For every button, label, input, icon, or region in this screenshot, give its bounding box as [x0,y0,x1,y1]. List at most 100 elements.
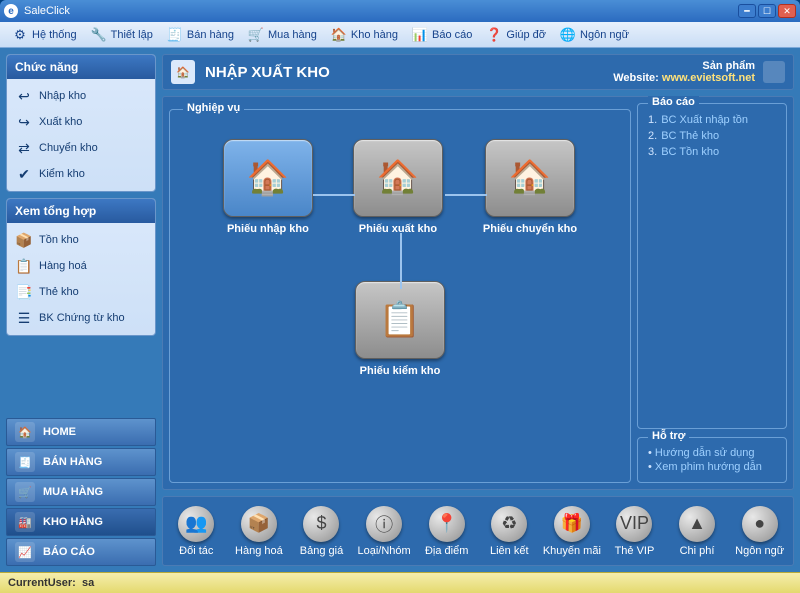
toolbar-label: Đối tác [179,545,213,557]
report-link[interactable]: 3.BC Tồn kho [648,144,776,160]
toolbar-item[interactable]: 🎁Khuyến mãi [542,506,602,557]
menu-item[interactable]: ⚙Hệ thống [6,24,83,46]
toolbar-item[interactable]: ♻ Liên kết [479,506,539,557]
support-link[interactable]: Xem phim hướng dẫn [648,460,776,474]
toolbar-item[interactable]: 📦Hàng hoá [229,506,289,557]
content-header: 🏠 NHẬP XUẤT KHO Sản phẩm Website: www.ev… [162,54,794,90]
menu-item[interactable]: 🔧 Thiết lập [85,24,159,46]
nav-button[interactable]: 📈BÁO CÁO [6,538,156,566]
menu-icon: 🔧 [91,27,107,43]
title-bar: e SaleClick ━ ☐ ✕ [0,0,800,22]
toolbar-item[interactable]: ●Ngôn ngữ [730,506,790,557]
sidebar-item[interactable]: ⇄ Chuyển kho [9,135,153,161]
toolbar-label: Loại/Nhóm [357,545,410,557]
sidebar-item[interactable]: ↩Nhập kho [9,83,153,109]
toolbar-item[interactable]: 👥 Đối tác [166,506,226,557]
sidebar: Chức năng ↩Nhập kho↪Xuất kho⇄Chuyển kho✔… [6,54,156,566]
sidebar-item[interactable]: ☰BK Chứng từ kho [9,305,153,331]
support-title: Hỗ trợ [648,430,689,442]
status-bar: CurrentUser: sa [0,572,800,593]
nav-buttons: 🏠HOME 🧾 BÁN HÀNG 🛒MUA HÀNG🏭KHO HÀNG📈BÁO CÁO [6,418,156,566]
sidebar-item-label: Kiểm kho [39,168,85,180]
operation-card[interactable]: 📋 [355,281,445,359]
toolbar-item[interactable]: ▲ Chi phí [667,506,727,557]
operation-card[interactable]: 🏠 [485,139,575,217]
toolbar-label: Hàng hoá [235,545,283,557]
menu-icon: 🏠 [331,27,347,43]
menu-label: Ngôn ngữ [580,29,629,41]
operation-card[interactable]: 🏠 [353,139,443,217]
menu-label: Hệ thống [32,29,77,41]
toolbar-icon: $ [303,506,339,542]
toolbar-item[interactable]: $ Bảng giá [291,506,351,557]
toolbar-icon: 🎁 [554,506,590,542]
menu-item[interactable]: ❓Giúp đỡ [480,24,552,46]
support-link[interactable]: Hướng dẫn sử dụng [648,446,776,460]
minimize-button[interactable]: ━ [738,4,756,18]
reports-title: Báo cáo [648,96,699,108]
menu-icon: ❓ [486,27,502,43]
toolbar-icon: 👥 [178,506,214,542]
report-link[interactable]: 1.BC Xuất nhập tồn [648,112,776,128]
toolbar-label: Liên kết [490,545,529,557]
menu-icon: 🧾 [167,27,183,43]
current-user-value: sa [82,577,94,589]
connector-line [445,194,487,196]
nav-icon: 🧾 [15,452,35,472]
app-icon: e [4,4,18,18]
toolbar-item[interactable]: ⓘ Loại/Nhóm [354,506,414,557]
sidebar-item[interactable]: 📑 Thẻ kho [9,279,153,305]
sidebar-item-icon: 📋 [15,257,33,275]
sidebar-item-icon: ✔ [15,165,33,183]
nav-button[interactable]: 🏭KHO HÀNG [6,508,156,536]
sidebar-item[interactable]: 📦Tồn kho [9,227,153,253]
toolbar-label: Bảng giá [300,545,343,557]
menu-item[interactable]: 🌐 Ngôn ngữ [554,24,635,46]
page-title: NHẬP XUẤT KHO [205,64,613,81]
sidebar-item[interactable]: ✔ Kiểm kho [9,161,153,187]
product-label: Sản phẩm [613,60,755,72]
sidebar-item-label: Thẻ kho [39,286,79,298]
operation-card[interactable]: 🏠 [223,139,313,217]
workspace-operations: Nghiệp vụ 🏠Phiếu nhập kho🏠Phiếu xuất kho… [169,103,631,483]
toolbar-item[interactable]: 📍Địa điểm [417,506,477,557]
menu-label: Bán hàng [187,29,234,41]
nav-icon: 🛒 [15,482,35,502]
panel-header: Xem tổng hợp [7,199,155,223]
sidebar-item-label: Hàng hoá [39,260,87,272]
menu-item[interactable]: 🛒Mua hàng [242,24,323,46]
header-badge-icon [763,61,785,83]
toolbar-item[interactable]: VIPThẻ VIP [604,506,664,557]
report-link[interactable]: 2.BC Thẻ kho [648,128,776,144]
toolbar-icon: ▲ [679,506,715,542]
sidebar-item[interactable]: ↪Xuất kho [9,109,153,135]
website-link[interactable]: www.evietsoft.net [662,72,755,84]
sidebar-item-icon: ⇄ [15,139,33,157]
maximize-button[interactable]: ☐ [758,4,776,18]
sidebar-item[interactable]: 📋 Hàng hoá [9,253,153,279]
toolbar-icon: ⓘ [366,506,402,542]
menu-label: Thiết lập [111,29,153,41]
menu-item[interactable]: 🧾 Bán hàng [161,24,240,46]
sidebar-item-icon: 📑 [15,283,33,301]
fieldset-label: Nghiệp vụ [183,102,244,114]
nav-button[interactable]: 🧾 BÁN HÀNG [6,448,156,476]
card-label: Phiếu nhập kho [227,223,309,235]
sidebar-item-label: Chuyển kho [39,142,98,154]
menu-icon: 🌐 [560,27,576,43]
toolbar-icon: ♻ [491,506,527,542]
nav-button[interactable]: 🛒MUA HÀNG [6,478,156,506]
menu-label: Mua hàng [268,29,317,41]
header-right: Sản phẩm Website: www.evietsoft.net [613,60,755,84]
nav-label: BÁN HÀNG [43,456,102,468]
bottom-toolbar: 👥 Đối tác 📦Hàng hoá $ Bảng giá ⓘ Loại/Nhóm 📍Địa… [162,496,794,566]
close-button[interactable]: ✕ [778,4,796,18]
menu-item[interactable]: 📊Báo cáo [406,24,478,46]
toolbar-label: Chi phí [680,545,715,557]
card-icon: 🏠 [247,158,289,198]
nav-button[interactable]: 🏠HOME [6,418,156,446]
window-title: SaleClick [24,5,736,17]
menu-icon: 📊 [412,27,428,43]
sidebar-item-icon: ↩ [15,87,33,105]
menu-item[interactable]: 🏠Kho hàng [325,24,404,46]
